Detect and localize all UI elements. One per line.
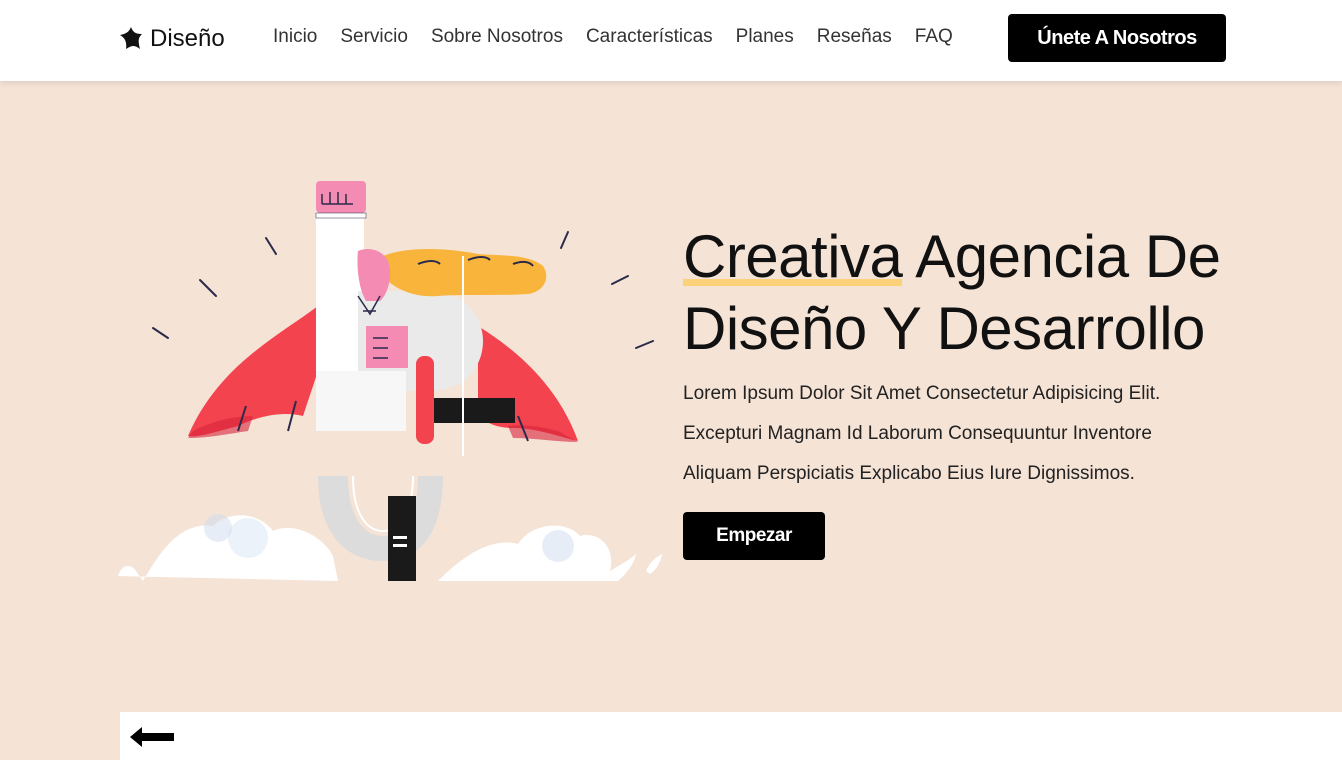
hero-title-line2: Diseño Y Desarrollo [683, 295, 1205, 362]
join-us-button[interactable]: Únete A Nosotros [1008, 14, 1226, 62]
site-header: Diseño Inicio Servicio Sobre Nosotros Ca… [0, 0, 1342, 81]
hero-description-line: Aliquam Perspiciatis Explicabo Eius Iure… [683, 463, 1135, 484]
nav-link-planes[interactable]: Planes [736, 26, 794, 48]
star-blob-icon [120, 27, 142, 49]
arrow-left-icon [130, 727, 174, 747]
cloud-left-illustration [118, 514, 338, 581]
nav-link-inicio[interactable]: Inicio [273, 26, 317, 48]
logo[interactable]: Diseño [118, 24, 225, 54]
hero-title: Creativa Agencia De Diseño Y Desarrollo [683, 221, 1243, 365]
yellow-hair-illustration [383, 249, 547, 297]
hero-description-line: Lorem Ipsum Dolor Sit Amet Consectetur A… [683, 383, 1161, 404]
nav-link-sobre-nosotros[interactable]: Sobre Nosotros [431, 26, 563, 48]
grey-u-shape-illustration [318, 476, 443, 561]
hero-description-line: Excepturi Magnam Id Laborum Consequuntur… [683, 423, 1152, 444]
hero-section: Creativa Agencia De Diseño Y Desarrollo … [0, 81, 1342, 712]
hero-title-line1-rest: Agencia De [902, 223, 1221, 290]
nav-link-faq[interactable]: FAQ [915, 26, 953, 48]
nav-link-resenas[interactable]: Reseñas [817, 26, 892, 48]
hero-title-highlight: Creativa [683, 223, 903, 290]
logo-text: Diseño [150, 25, 225, 52]
nav-link-caracteristicas[interactable]: Características [586, 26, 713, 48]
pink-fist-illustration [316, 181, 366, 213]
main-nav: Inicio Servicio Sobre Nosotros Caracterí… [273, 26, 953, 48]
bottom-panel [120, 712, 1342, 760]
hero-description: Lorem Ipsum Dolor Sit Amet Consectetur A… [683, 374, 1223, 494]
cloud-right-illustration [438, 525, 662, 581]
start-button[interactable]: Empezar [683, 512, 825, 560]
hero-illustration [118, 181, 662, 581]
nav-link-servicio[interactable]: Servicio [340, 26, 408, 48]
previous-arrow-button[interactable] [128, 724, 176, 750]
